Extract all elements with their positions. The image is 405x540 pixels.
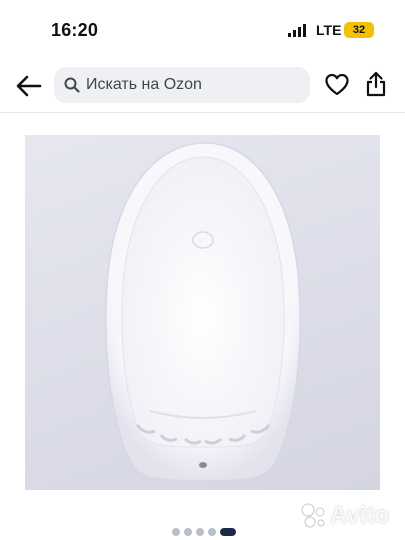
product-photo[interactable] [25, 135, 380, 490]
baby-bathtub-image [105, 142, 301, 482]
avito-watermark: Avito [300, 500, 400, 534]
gallery-pagination [172, 528, 236, 536]
pagination-dot-active[interactable] [220, 528, 236, 536]
pagination-dot[interactable] [184, 528, 192, 536]
signal-icon [288, 24, 306, 37]
pagination-dot[interactable] [196, 528, 204, 536]
status-time: 16:20 [51, 20, 99, 40]
status-bar: 16:20 LTE 32 [0, 0, 405, 58]
share-icon[interactable] [364, 70, 388, 98]
battery-badge: 32 [344, 22, 374, 38]
search-input[interactable]: Искать на Ozon [54, 67, 310, 103]
search-icon [64, 77, 80, 93]
search-placeholder: Искать на Ozon [86, 76, 202, 93]
network-label: LTE [316, 22, 342, 38]
avito-logo-icon [301, 503, 325, 528]
pagination-dot[interactable] [208, 528, 216, 536]
pagination-dot[interactable] [172, 528, 180, 536]
nav-divider [0, 112, 405, 113]
top-nav: Искать на Ozon [0, 58, 405, 112]
heart-icon[interactable] [324, 72, 350, 98]
avito-watermark-text: Avito [330, 502, 390, 529]
back-arrow-icon[interactable] [14, 72, 44, 100]
